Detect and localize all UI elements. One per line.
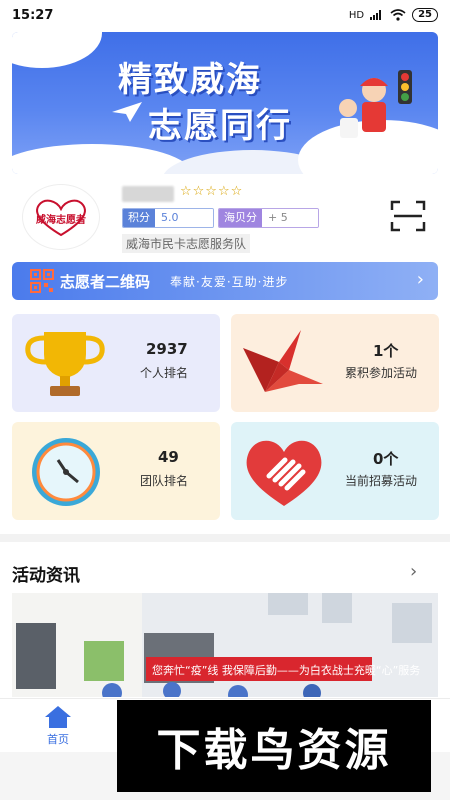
logo-text: 威海志愿者 (36, 215, 86, 226)
tab-home-label: 首页 (47, 733, 69, 746)
scan-icon[interactable] (390, 200, 426, 232)
qr-code-icon (30, 269, 54, 293)
cloud-decoration (12, 144, 192, 174)
cellular-signal-icon (370, 10, 382, 20)
qr-code-label: 志愿者二维码 (60, 272, 151, 291)
points-label: 积分 (123, 209, 155, 227)
watermark-text: 下载鸟资源 (156, 725, 392, 776)
volunteer-qr-code-bar[interactable]: 志愿者二维码 奉献·友爱·互助·进步 › (12, 262, 438, 300)
current-recruiting-card[interactable]: 0个 当前招募活动 (231, 422, 439, 520)
banner-title-line2: 志愿同行 (148, 106, 292, 146)
watermark-overlay: 下载鸟资源 (117, 700, 431, 792)
personal-rank-value: 2937 (146, 340, 188, 358)
personal-rank-label: 个人排名 (140, 366, 189, 380)
current-recruiting-value: 0个 (373, 450, 399, 468)
activities-joined-value: 1个 (373, 342, 399, 360)
rating-stars: ☆☆☆☆☆ (180, 184, 244, 199)
trophy-icon (25, 332, 105, 396)
signal-label: HD (348, 9, 365, 21)
status-bar: 15:27 HD 25 (0, 0, 450, 30)
clock-icon (32, 438, 100, 506)
status-icons: HD 25 (349, 8, 438, 22)
user-name-blurred (122, 186, 174, 202)
status-time: 15:27 (12, 7, 54, 23)
organization-name: 威海市民卡志愿服务队 (122, 234, 251, 253)
origami-crane-icon (243, 330, 323, 392)
paper-plane-icon (112, 102, 142, 122)
points-value: 5.0 (155, 209, 213, 227)
news-section-title: 活动资讯 (12, 566, 80, 586)
organization-logo: 威海志愿者 (22, 184, 100, 250)
home-icon (45, 706, 71, 728)
activities-joined-label: 累积参加活动 (345, 366, 418, 380)
haibei-value: + 5 (262, 209, 318, 227)
battery-indicator: 25 (412, 8, 438, 22)
points-badge: 积分 5.0 (122, 208, 214, 228)
profile-section: 威海志愿者 ☆☆☆☆☆ 积分 5.0 海贝分 + 5 威海市民卡志愿服务队 (0, 180, 450, 254)
activities-joined-card[interactable]: 1个 累积参加活动 (231, 314, 439, 412)
haibei-badge: 海贝分 + 5 (218, 208, 319, 228)
news-photo[interactable]: 您奔忙“疫”线 我保障后勤——为白衣战士充暖“心”服务 (12, 593, 438, 697)
team-rank-card[interactable]: 49 团队排名 (12, 422, 220, 520)
promo-banner[interactable]: 精致威海 志愿同行 (12, 32, 438, 174)
banner-title-line1: 精致威海 (118, 60, 262, 100)
team-rank-value: 49 (158, 448, 179, 466)
personal-rank-card[interactable]: 2937 个人排名 (12, 314, 220, 412)
heart-hand-icon (246, 440, 322, 506)
cloud-decoration (12, 32, 102, 68)
photo-banner-text: 您奔忙“疫”线 我保障后勤——为白衣战士充暖“心”服务 (152, 663, 420, 677)
current-recruiting-label: 当前招募活动 (345, 474, 418, 488)
tab-home[interactable]: 首页 (36, 705, 80, 747)
qr-slogan: 奉献·友爱·互助·进步 (170, 274, 289, 289)
volunteer-illustration-icon (339, 70, 412, 138)
wifi-icon (390, 9, 406, 21)
news-more-chevron-icon[interactable]: › (410, 561, 417, 582)
news-photo-illustration: 您奔忙“疫”线 我保障后勤——为白衣战士充暖“心”服务 (12, 593, 438, 697)
chevron-right-icon: › (416, 269, 424, 290)
haibei-label: 海贝分 (219, 209, 262, 227)
team-rank-label: 团队排名 (140, 474, 189, 488)
section-divider (0, 534, 450, 542)
